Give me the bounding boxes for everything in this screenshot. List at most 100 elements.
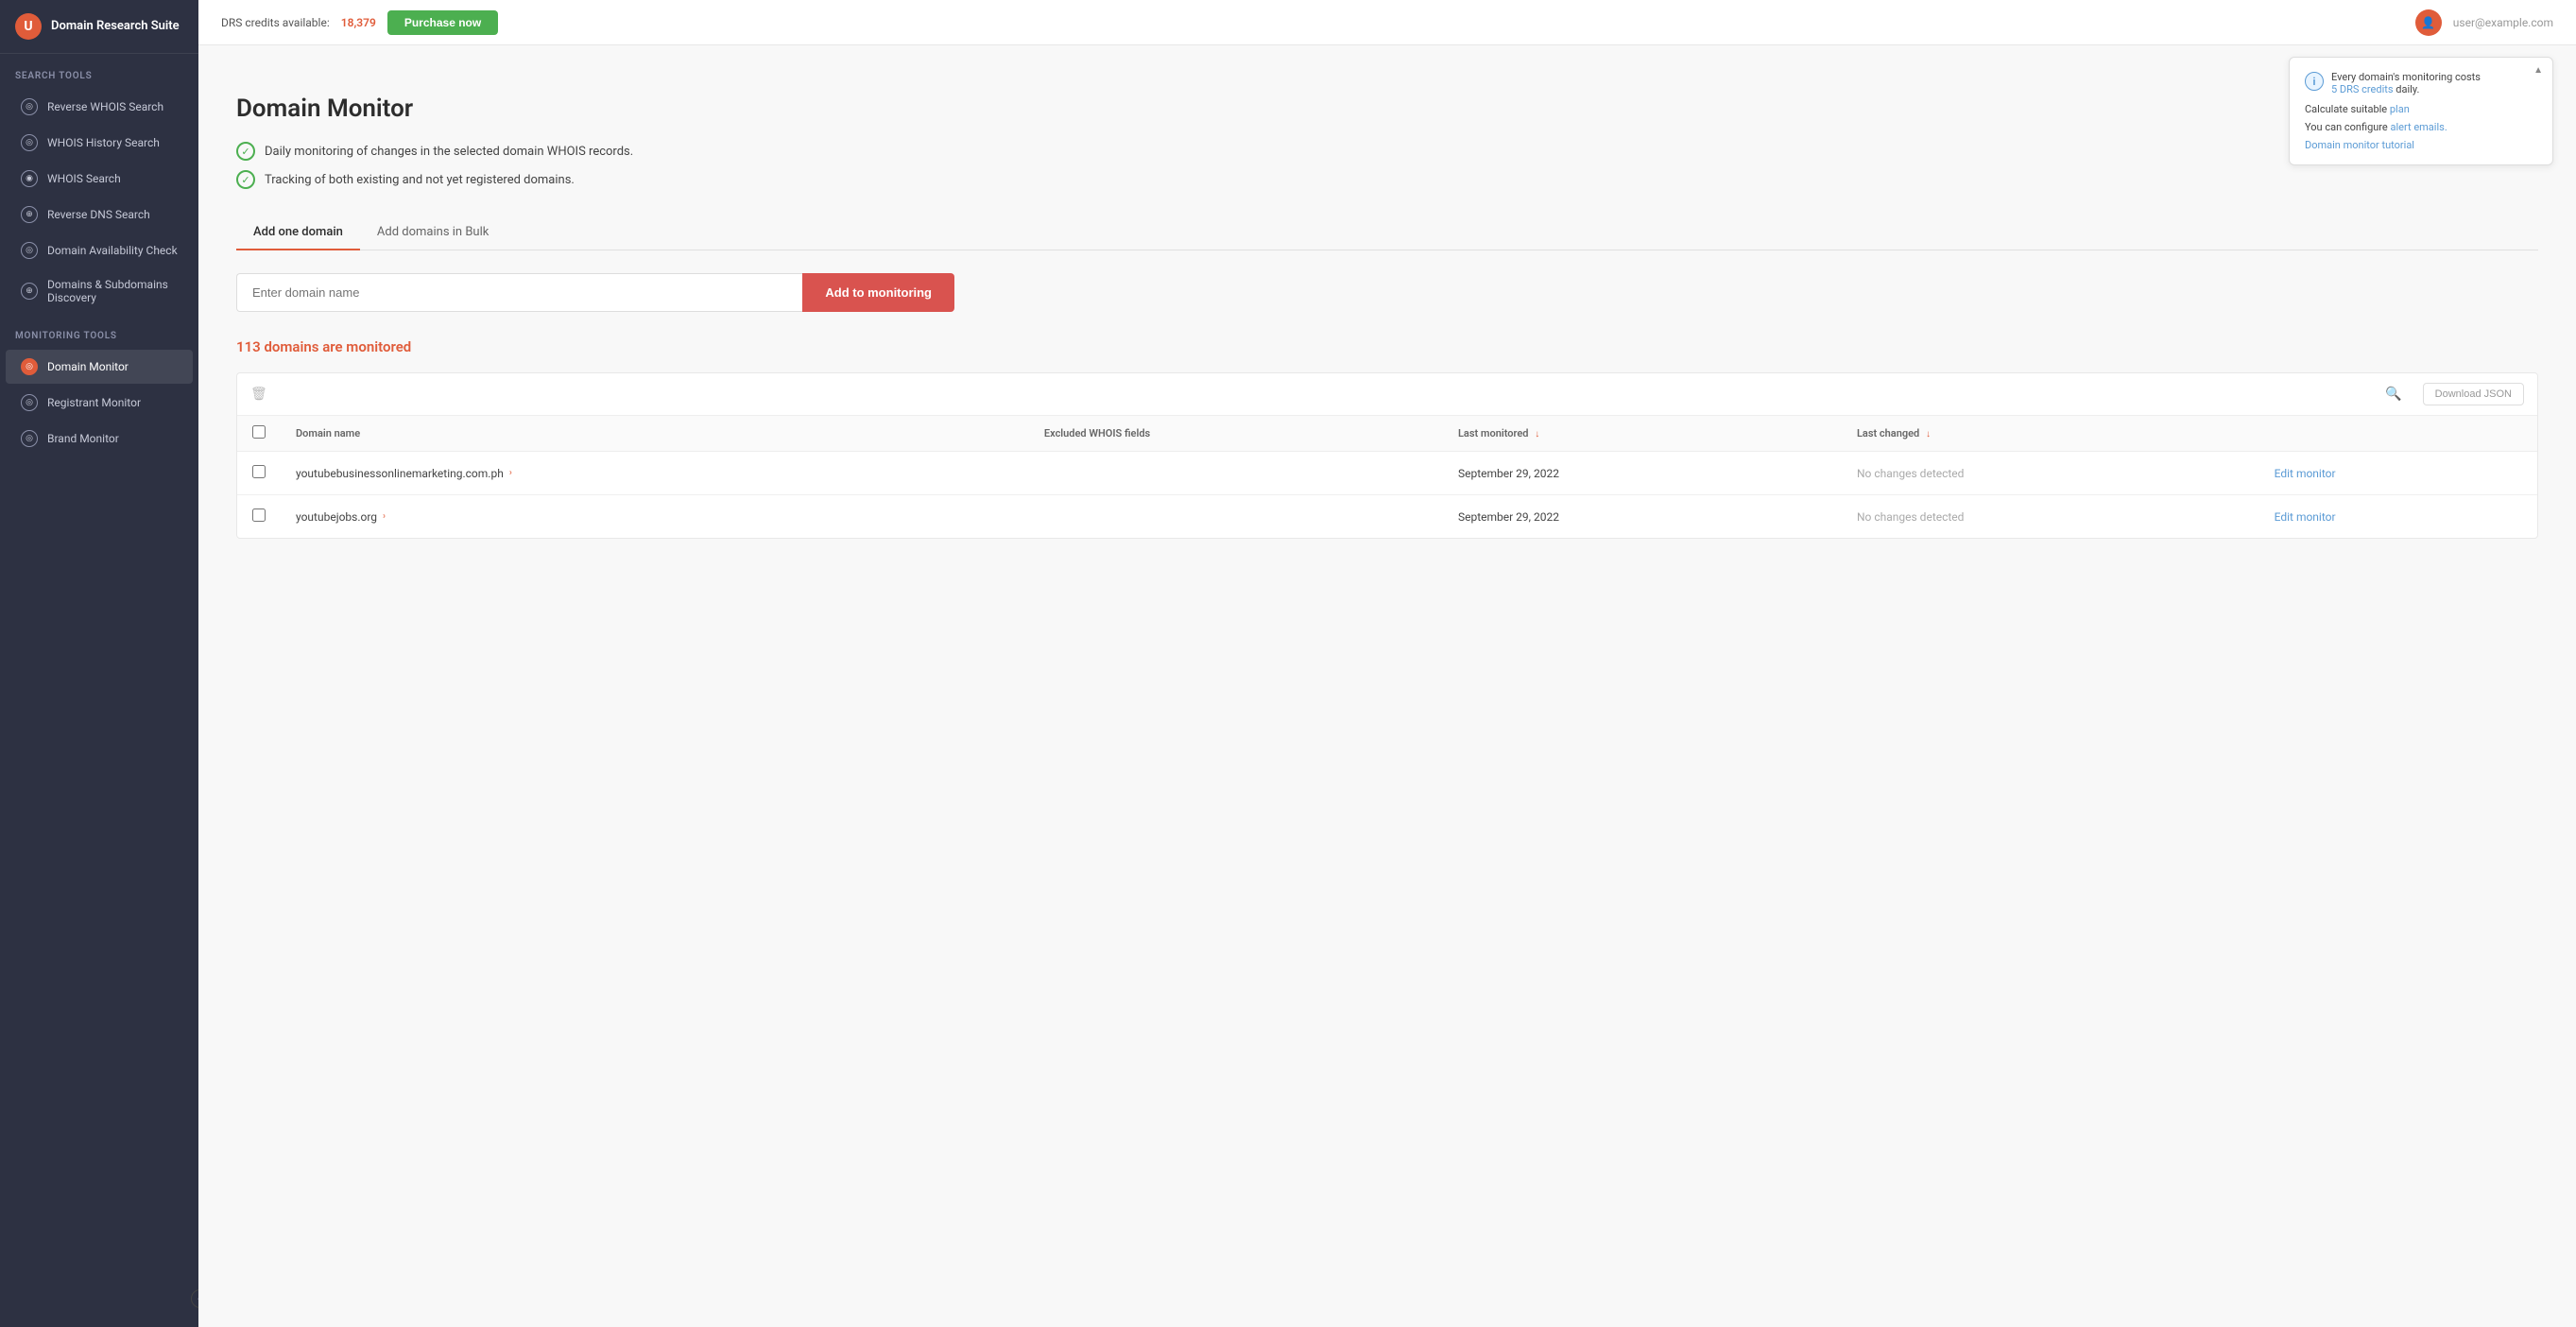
tab-add-one[interactable]: Add one domain [236,215,360,250]
registrant-monitor-icon: ◎ [21,394,38,411]
domain-arrow-icon[interactable]: › [509,468,512,478]
tooltip-content: Every domain's monitoring costs 5 DRS cr… [2331,71,2481,95]
tooltip-tutorial-line: Domain monitor tutorial [2305,139,2537,151]
sidebar-item-brand-monitor[interactable]: ◎ Brand Monitor [6,422,193,456]
row-excluded-fields [1029,495,1443,539]
row-checkbox-cell [237,452,281,495]
check-icon-2: ✓ [236,170,255,189]
tooltip-tutorial-link[interactable]: Domain monitor tutorial [2305,139,2414,151]
feature-text-2: Tracking of both existing and not yet re… [265,173,575,187]
credits-label: DRS credits available: [221,16,330,29]
monitored-suffix: domains are monitored [264,338,411,355]
sidebar-item-reverse-dns[interactable]: ⊕ Reverse DNS Search [6,198,193,232]
tooltip-plan-link[interactable]: plan [2390,103,2410,115]
tooltip-credits-link[interactable]: 5 DRS credits [2331,83,2394,95]
tooltip-alert-link[interactable]: alert emails. [2391,121,2447,133]
sidebar-item-whois-search[interactable]: ◉ WHOIS Search [6,162,193,196]
domain-name-text: youtubejobs.org [296,510,377,524]
domains-discovery-icon: ⊕ [21,283,38,300]
tab-add-bulk[interactable]: Add domains in Bulk [360,215,506,250]
domain-arrow-icon[interactable]: › [383,511,386,522]
last-monitored-sort-arrow: ↓ [1535,429,1539,439]
sidebar-header: U Domain Research Suite [0,0,198,54]
col-last-changed[interactable]: Last changed ↓ [1842,416,2259,452]
credits-count: 18,379 [341,16,376,29]
sidebar-item-reverse-whois[interactable]: ◎ Reverse WHOIS Search [6,90,193,124]
col-last-monitored[interactable]: Last monitored ↓ [1443,416,1842,452]
sidebar-item-registrant-monitor[interactable]: ◎ Registrant Monitor [6,386,193,420]
sidebar-item-domain-availability[interactable]: ◎ Domain Availability Check [6,233,193,267]
info-tooltip: ▲ i Every domain's monitoring costs 5 DR… [2289,57,2553,165]
domain-monitor-icon: ◎ [21,358,38,375]
sidebar-item-label: Domain Monitor [47,360,129,373]
sidebar-item-label: Brand Monitor [47,432,119,445]
monitored-count-line: 113 domains are monitored [236,338,2538,355]
reverse-dns-icon: ⊕ [21,206,38,223]
row-domain: youtubejobs.org › [281,495,1029,539]
page-title: Domain Monitor [236,95,2538,123]
domain-input[interactable] [236,273,802,312]
row-excluded-fields [1029,452,1443,495]
sidebar-item-label: Domain Availability Check [47,244,178,257]
col-actions [2259,416,2537,452]
row-last-monitored: September 29, 2022 [1443,452,1842,495]
app-title: Domain Research Suite [51,19,180,34]
domain-name-text: youtubebusinessonlinemarketing.com.ph [296,467,504,480]
table-body: youtubebusinessonlinemarketing.com.ph › … [237,452,2537,539]
tooltip-alert-line: You can configure alert emails. [2305,121,2537,133]
domains-table: Domain name Excluded WHOIS fields Last m… [237,416,2537,538]
row-checkbox[interactable] [252,465,266,478]
search-tools-label: Search tools [0,54,198,89]
table-toolbar: 🗑 🔍 Download JSON [237,373,2537,416]
row-checkbox[interactable] [252,508,266,522]
table-header-row: Domain name Excluded WHOIS fields Last m… [237,416,2537,452]
sidebar-item-label: Reverse WHOIS Search [47,100,163,113]
sidebar-item-domains-discovery[interactable]: ⊕ Domains & Subdomains Discovery [6,269,193,313]
delete-icon[interactable]: 🗑 [250,387,267,402]
info-icon: i [2305,72,2324,91]
domain-input-row: Add to monitoring [236,273,954,312]
whois-history-icon: ◎ [21,134,38,151]
purchase-button[interactable]: Purchase now [387,10,498,35]
sidebar-item-label: Registrant Monitor [47,396,141,409]
tooltip-daily: daily. [2396,83,2419,95]
search-icon: 🔍 [2385,387,2401,402]
sidebar: U Domain Research Suite Search tools ◎ R… [0,0,198,1327]
row-domain: youtubebusinessonlinemarketing.com.ph › [281,452,1029,495]
select-all-checkbox[interactable] [252,425,266,439]
row-last-changed: No changes detected [1842,452,2259,495]
user-email: user@example.com [2453,16,2553,29]
row-edit: Edit monitor [2259,452,2537,495]
sidebar-item-whois-history[interactable]: ◎ WHOIS History Search [6,126,193,160]
add-to-monitoring-button[interactable]: Add to monitoring [802,273,954,312]
row-last-changed: No changes detected [1842,495,2259,539]
sidebar-item-domain-monitor[interactable]: ◎ Domain Monitor [6,350,193,384]
edit-monitor-link[interactable]: Edit monitor [2275,467,2336,480]
tabs-row: Add one domain Add domains in Bulk [236,215,2538,250]
content-area: ▲ i Every domain's monitoring costs 5 DR… [198,45,2576,1327]
feature-text-1: Daily monitoring of changes in the selec… [265,145,633,159]
reverse-whois-icon: ◎ [21,98,38,115]
sidebar-item-label: WHOIS History Search [47,136,160,149]
feature-check-2: ✓ Tracking of both existing and not yet … [236,170,2538,189]
sidebar-item-label: WHOIS Search [47,172,121,185]
app-logo-icon: U [15,13,42,40]
row-last-monitored: September 29, 2022 [1443,495,1842,539]
sidebar-item-label: Domains & Subdomains Discovery [47,278,178,304]
check-icon-1: ✓ [236,142,255,161]
tooltip-collapse-arrow[interactable]: ▲ [2533,65,2543,76]
col-domain-name: Domain name [281,416,1029,452]
col-excluded-fields: Excluded WHOIS fields [1029,416,1443,452]
tooltip-plan-line: Calculate suitable plan [2305,103,2537,115]
download-json-button[interactable]: Download JSON [2423,383,2524,405]
user-avatar: 👤 [2415,9,2442,36]
brand-monitor-icon: ◎ [21,430,38,447]
monitored-number: 113 [236,338,261,355]
tooltip-line1: Every domain's monitoring costs [2331,71,2481,83]
table-row: youtubejobs.org › September 29, 2022 No … [237,495,2537,539]
whois-search-icon: ◉ [21,170,38,187]
info-tooltip-header: i Every domain's monitoring costs 5 DRS … [2305,71,2537,95]
last-changed-sort-arrow: ↓ [1926,429,1931,439]
edit-monitor-link[interactable]: Edit monitor [2275,510,2336,524]
feature-check-1: ✓ Daily monitoring of changes in the sel… [236,142,2538,161]
